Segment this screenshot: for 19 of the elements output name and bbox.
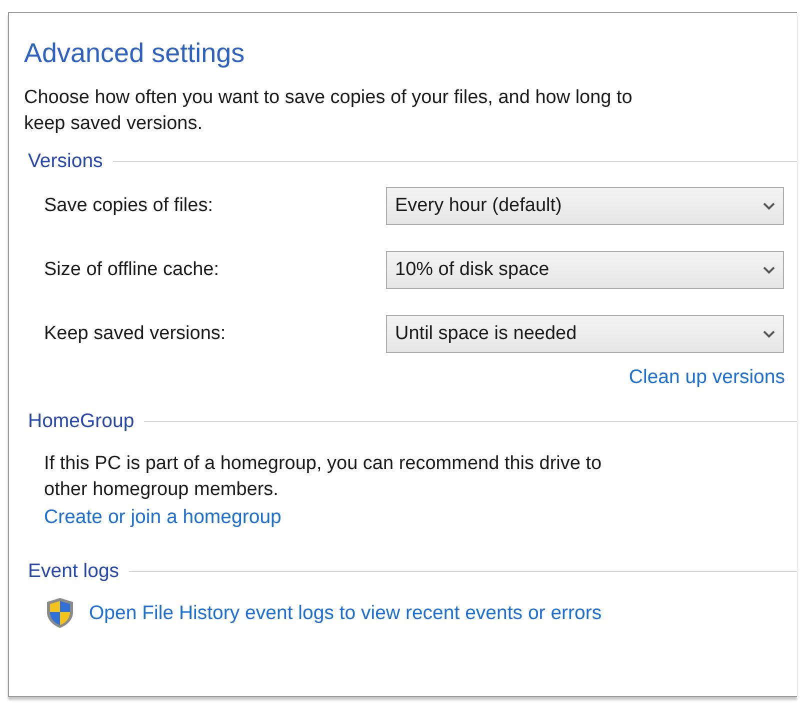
section-heading: Versions xyxy=(28,149,103,174)
chevron-down-icon xyxy=(763,266,775,274)
clean-up-link[interactable]: Clean up versions xyxy=(628,363,785,391)
dropdown[interactable]: Until space is needed xyxy=(386,315,784,353)
setting-label: Save copies of files: xyxy=(44,195,214,217)
shield-icon xyxy=(45,597,75,629)
dropdown[interactable]: Every hour (default) xyxy=(386,187,784,225)
homegroup-link[interactable]: Create or join a homegroup xyxy=(44,506,282,528)
page-title: Advanced settings xyxy=(24,37,246,70)
section-heading: Event logs xyxy=(28,559,120,584)
section-heading: HomeGroup xyxy=(28,409,134,434)
setting-label: Keep saved versions: xyxy=(44,323,227,345)
chevron-down-icon xyxy=(763,202,775,210)
homegroup-text: If this PC is part of a homegroup, you can recommend this drive to other homegroup members. xyxy=(43,452,603,502)
setting-label: Size of offline cache: xyxy=(44,259,220,281)
chevron-down-icon xyxy=(763,330,775,338)
event-logs-link[interactable]: Open File History event logs to view recent events or errors xyxy=(89,599,602,627)
dropdown[interactable]: 10% of disk space xyxy=(386,251,784,289)
description-text: Choose how often you want to save copies of your files, and how long to keep saved versions. xyxy=(24,86,634,136)
